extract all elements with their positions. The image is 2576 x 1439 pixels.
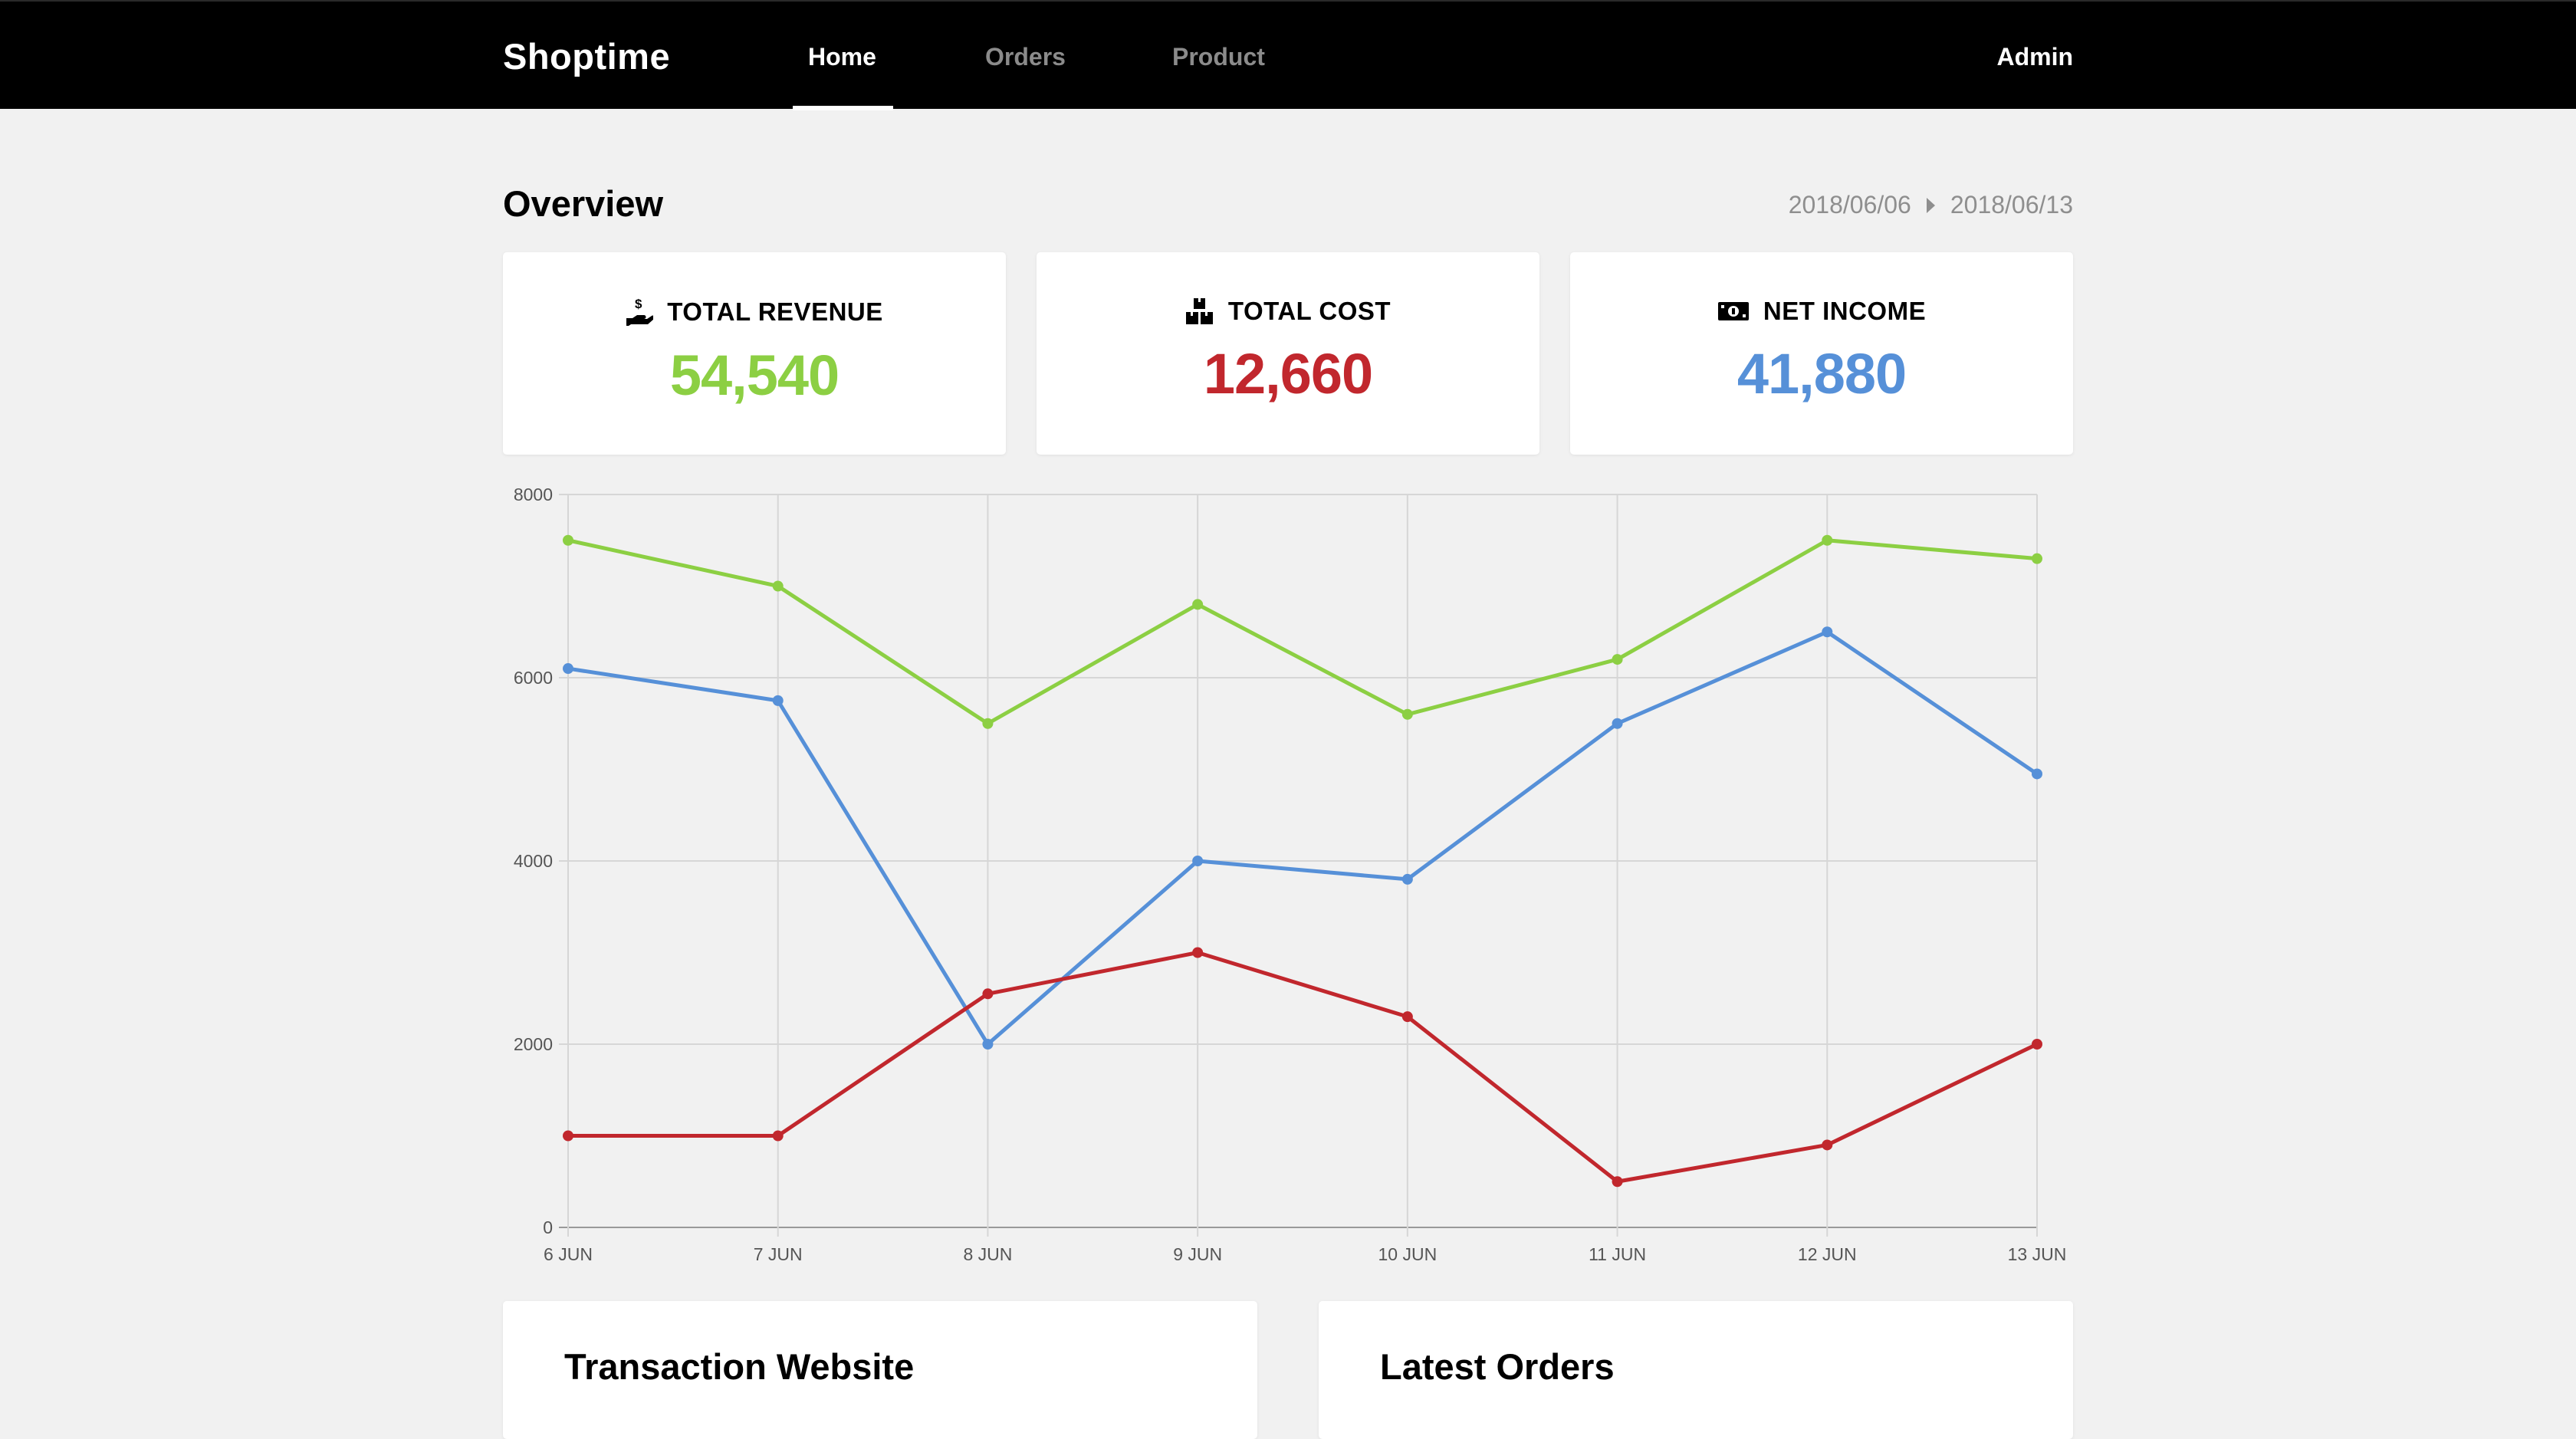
data-point (1822, 534, 1833, 546)
data-point (1612, 654, 1623, 665)
total-revenue-value: 54,540 (669, 343, 840, 407)
data-point (1192, 599, 1204, 610)
x-tick-label: 10 JUN (1378, 1244, 1438, 1264)
date-to[interactable]: 2018/06/13 (1950, 191, 2073, 219)
data-point (1401, 1011, 1413, 1023)
total-cost-label: TOTAL COST (1227, 297, 1392, 325)
caret-right-icon (1926, 197, 1935, 213)
net-income-card: NET INCOME 41,880 (1570, 252, 2073, 455)
data-point (1192, 856, 1204, 866)
series-line (567, 538, 2038, 726)
x-tick-label: 9 JUN (1173, 1244, 1222, 1264)
svg-text:$: $ (635, 297, 642, 311)
latest-orders-panel: Latest Orders (1319, 1301, 2073, 1439)
tab-home[interactable]: Home (808, 43, 876, 71)
total-cost-card: TOTAL COST 12,660 (1037, 252, 1539, 455)
y-tick-label: 2000 (514, 1034, 553, 1054)
boxes-icon (1185, 297, 1214, 325)
data-point (2032, 768, 2042, 780)
data-point (563, 663, 573, 675)
cash-icon (1717, 301, 1750, 322)
y-tick-label: 4000 (514, 851, 553, 871)
series-line (568, 951, 2039, 1184)
total-revenue-label: TOTAL REVENUE (667, 297, 883, 326)
data-point (563, 534, 573, 546)
data-point (1192, 947, 1204, 958)
date-from[interactable]: 2018/06/06 (1789, 191, 1911, 219)
x-tick-label: 6 JUN (544, 1244, 593, 1264)
data-point (1612, 718, 1623, 729)
top-navbar: Shoptime Home Orders Product Admin (0, 0, 2576, 110)
data-point (772, 695, 784, 706)
data-point (1401, 873, 1413, 885)
tab-product[interactable]: Product (1172, 43, 1265, 71)
tab-orders[interactable]: Orders (985, 43, 1066, 71)
total-revenue-card: $ TOTAL REVENUE 54,540 (503, 252, 1006, 455)
data-point (1401, 708, 1413, 720)
active-tab-indicator (793, 106, 893, 110)
data-point (563, 1130, 573, 1142)
net-income-value: 41,880 (1737, 342, 1907, 406)
data-point (2032, 1039, 2042, 1050)
data-point (2032, 553, 2042, 564)
transaction-website-title: Transaction Website (564, 1346, 915, 1387)
data-point (772, 580, 784, 592)
data-point (772, 1130, 784, 1142)
data-point (982, 1039, 994, 1050)
data-point (1612, 1176, 1623, 1188)
x-tick-label: 11 JUN (1589, 1244, 1646, 1264)
transaction-website-panel: Transaction Website (503, 1301, 1257, 1439)
data-point (1822, 1139, 1833, 1151)
y-tick-label: 0 (543, 1217, 553, 1237)
data-point (982, 718, 994, 729)
x-tick-label: 7 JUN (754, 1244, 803, 1264)
line-chart-svg: 0 2000 4000 6000 8000 6 JUN 7 JUN 8 JUN 9 JUN 10 … (514, 485, 2067, 1264)
hand-dollar-icon: $ (626, 297, 654, 327)
date-range-picker[interactable]: 2018/06/06 2018/06/13 (1789, 191, 2073, 219)
x-tick-label: 12 JUN (1798, 1244, 1857, 1264)
page-title: Overview (503, 183, 664, 224)
latest-orders-title: Latest Orders (1380, 1346, 1615, 1387)
x-tick-label: 13 JUN (2008, 1244, 2067, 1264)
overview-chart: 0 2000 4000 6000 8000 6 JUN 7 JUN 8 JUN 9 JUN 10 … (0, 0, 2576, 1421)
x-tick-label: 8 JUN (963, 1244, 1012, 1264)
user-menu[interactable]: Admin (1996, 43, 2073, 71)
total-cost-value: 12,660 (1203, 342, 1373, 406)
y-tick-label: 8000 (514, 485, 553, 504)
data-point (982, 988, 994, 1000)
brand-logo[interactable]: Shoptime (503, 35, 670, 77)
series-line (567, 629, 2039, 1046)
data-point (1822, 626, 1833, 638)
net-income-label: NET INCOME (1763, 297, 1927, 325)
y-tick-label: 6000 (514, 668, 553, 688)
